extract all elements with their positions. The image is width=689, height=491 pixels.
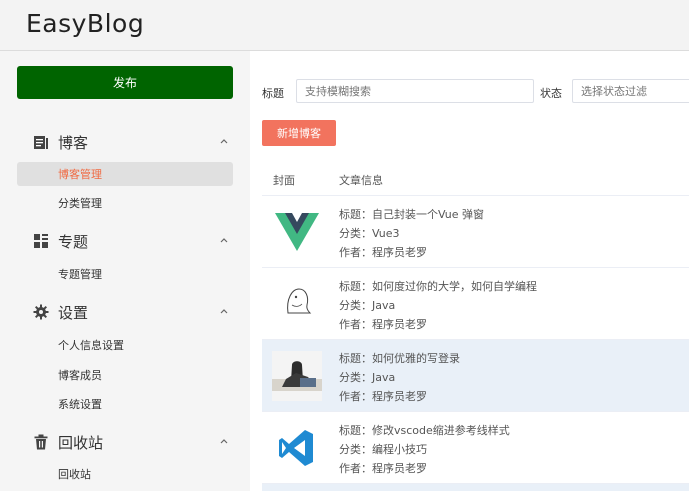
document-icon <box>34 136 48 149</box>
chevron-up-icon <box>220 439 228 444</box>
sidebar-item-category-manage[interactable]: 分类管理 <box>17 191 233 215</box>
menu-group-recycle[interactable]: 回收站 <box>0 427 250 457</box>
sidebar-item-blog-members[interactable]: 博客成员 <box>17 363 233 387</box>
menu-group-label: 回收站 <box>58 434 104 452</box>
sidebar-item-label: 分类管理 <box>58 197 102 210</box>
person-laptop-photo-cover <box>272 351 322 401</box>
menu-group-topic[interactable]: 专题 <box>0 226 250 256</box>
column-header-info: 文章信息 <box>339 174 383 187</box>
table-row[interactable]: 标题：修改vscode缩进参考线样式 分类：编程小技巧 作者：程序员老罗 <box>262 412 689 484</box>
chevron-up-icon <box>220 139 228 144</box>
sidebar-item-profile-settings[interactable]: 个人信息设置 <box>17 333 233 357</box>
menu-group-blog[interactable]: 博客 <box>0 127 250 157</box>
chevron-up-icon <box>220 238 228 243</box>
blog-title: 标题：修改vscode缩进参考线样式 <box>339 424 510 437</box>
sidebar-item-label: 个人信息设置 <box>58 339 124 352</box>
column-header-cover: 封面 <box>273 174 295 187</box>
blog-title: 标题：如何度过你的大学，如何自学编程 <box>339 280 537 293</box>
sidebar-item-topic-manage[interactable]: 专题管理 <box>17 262 233 286</box>
add-blog-button[interactable]: 新增博客 <box>262 120 336 146</box>
table-row[interactable]: 标题：自己封装一个Vue 弹窗 分类：Vue3 作者：程序员老罗 <box>262 196 689 268</box>
sidebar-item-label: 专题管理 <box>58 268 102 281</box>
blog-category: 分类：Java <box>339 371 396 384</box>
sidebar-item-label: 博客成员 <box>58 369 102 382</box>
sidebar-item-label: 回收站 <box>58 468 91 481</box>
menu-group-label: 专题 <box>58 233 89 251</box>
table-row[interactable]: 标题：如何度过你的大学，如何自学编程 分类：Java 作者：程序员老罗 <box>262 268 689 340</box>
blog-author: 作者：程序员老罗 <box>339 462 427 475</box>
menu-group-label: 设置 <box>58 304 89 322</box>
main-content: 标题 状态 新增博客 封面 文章信息 标题：自己封装一个Vue 弹窗 分类：Vu… <box>250 51 689 491</box>
sketch-illustration-cover <box>272 279 322 329</box>
menu-group-settings[interactable]: 设置 <box>0 297 250 327</box>
sidebar-item-recycle-bin[interactable]: 回收站 <box>17 462 233 486</box>
table-row-partial <box>262 484 689 491</box>
title-filter-label: 标题 <box>262 87 284 100</box>
table-header: 封面 文章信息 <box>262 163 689 196</box>
status-filter-label: 状态 <box>540 87 562 100</box>
sidebar-item-label: 系统设置 <box>58 398 102 411</box>
blog-author: 作者：程序员老罗 <box>339 318 427 331</box>
sidebar-item-label: 博客管理 <box>58 168 102 181</box>
vscode-logo-cover <box>272 423 322 473</box>
app-header: EasyBlog <box>0 0 689 51</box>
chevron-up-icon <box>220 309 228 314</box>
blog-title: 标题：如何优雅的写登录 <box>339 352 460 365</box>
grid-icon <box>34 234 48 248</box>
blog-author: 作者：程序员老罗 <box>339 246 427 259</box>
app-logo: EasyBlog <box>26 9 145 38</box>
trash-icon <box>34 434 48 450</box>
menu-group-label: 博客 <box>58 134 89 152</box>
blog-title: 标题：自己封装一个Vue 弹窗 <box>339 208 485 221</box>
gear-icon <box>33 304 49 320</box>
sidebar-item-system-settings[interactable]: 系统设置 <box>17 392 233 416</box>
blog-category: 分类：编程小技巧 <box>339 443 427 456</box>
status-select[interactable] <box>572 79 689 103</box>
vue-logo-cover <box>272 207 322 257</box>
sidebar: 发布 博客 博客管理 分类管理 专题 专题管理 设置 个人信息设置 博客成员 系… <box>0 51 250 491</box>
blog-author: 作者：程序员老罗 <box>339 390 427 403</box>
table-row[interactable]: 标题：如何优雅的写登录 分类：Java 作者：程序员老罗 <box>262 340 689 412</box>
publish-button[interactable]: 发布 <box>17 66 233 99</box>
sidebar-item-blog-manage[interactable]: 博客管理 <box>17 162 233 186</box>
title-search-input[interactable] <box>296 79 534 103</box>
blog-category: 分类：Vue3 <box>339 227 400 240</box>
blog-category: 分类：Java <box>339 299 396 312</box>
